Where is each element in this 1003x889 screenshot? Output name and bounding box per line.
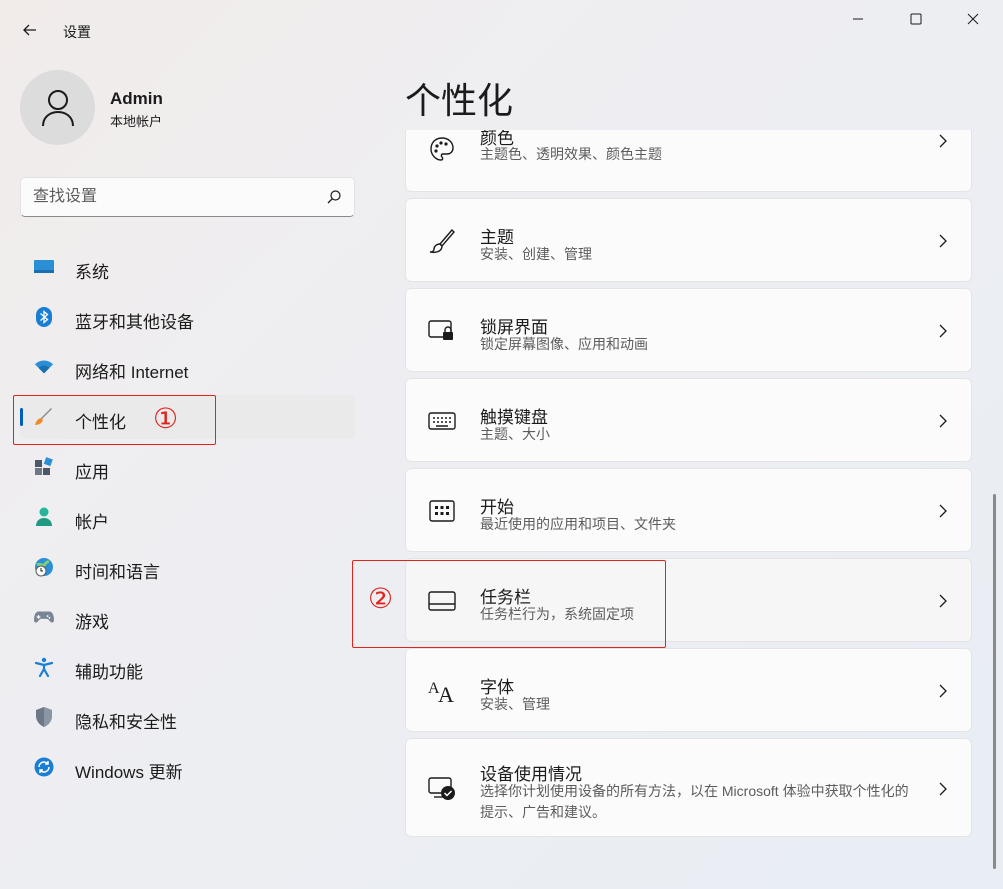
- maximize-icon: [910, 13, 922, 25]
- user-name: Admin: [110, 89, 163, 108]
- lock-screen-icon: [428, 317, 456, 345]
- sidebar-item-accounts[interactable]: 帐户: [20, 495, 355, 539]
- device-usage-icon: [428, 775, 456, 803]
- sidebar-item-time-language[interactable]: 时间和语言: [20, 545, 355, 589]
- page-title: 个性化: [405, 80, 514, 121]
- chevron-right-icon: [937, 683, 949, 699]
- sidebar-item-windows-update[interactable]: Windows 更新: [20, 745, 355, 789]
- app-title: 设置: [63, 24, 91, 40]
- back-arrow-icon: [23, 24, 36, 36]
- sidebar-item-apps[interactable]: 应用: [20, 445, 355, 489]
- settings-card-fonts[interactable]: AA 字体 安装、管理: [405, 648, 972, 732]
- wifi-icon: [34, 357, 54, 377]
- sidebar-item-label: 时间和语言: [75, 563, 160, 582]
- card-description: 选择你计划使用设备的所有方法，以在 Microsoft 体验中获取个性化的提示、…: [480, 783, 909, 820]
- chevron-right-icon: [937, 233, 949, 249]
- brush-icon: [428, 227, 456, 255]
- account-type: 本地帐户: [110, 114, 163, 129]
- chevron-right-icon: [937, 781, 949, 797]
- chevron-right-icon: [937, 413, 949, 429]
- sidebar-item-label: 辅助功能: [75, 663, 143, 682]
- sidebar-item-bluetooth[interactable]: 蓝牙和其他设备: [20, 295, 355, 339]
- card-description: 主题色、透明效果、颜色主题: [480, 146, 662, 162]
- person-icon: [34, 507, 54, 527]
- card-description: 锁定屏幕图像、应用和动画: [480, 336, 648, 352]
- back-button[interactable]: [14, 14, 46, 46]
- palette-icon: [428, 135, 456, 163]
- settings-card-lock-screen[interactable]: 锁屏界面 锁定屏幕图像、应用和动画: [405, 288, 972, 372]
- settings-list: 颜色 主题色、透明效果、颜色主题 主题 安装、创建、管理 锁屏界面 锁定屏幕图像…: [405, 130, 973, 889]
- search-box: [20, 177, 355, 217]
- start-menu-icon: [428, 497, 456, 525]
- annotation-box-1: [13, 395, 216, 445]
- user-avatar-icon: [41, 89, 74, 126]
- card-description: 安装、创建、管理: [480, 246, 592, 262]
- annotation-box-2: [352, 560, 666, 648]
- settings-card-start[interactable]: 开始 最近使用的应用和项目、文件夹: [405, 468, 972, 552]
- close-button[interactable]: [950, 4, 996, 34]
- keyboard-icon: [428, 407, 456, 435]
- accessibility-icon: [34, 657, 54, 677]
- sidebar-item-label: 网络和 Internet: [75, 363, 189, 382]
- globe-clock-icon: [34, 557, 54, 577]
- sidebar-item-label: Windows 更新: [75, 763, 183, 782]
- sidebar-item-system[interactable]: 系统: [20, 245, 355, 289]
- chevron-right-icon: [937, 593, 949, 609]
- sidebar-item-label: 蓝牙和其他设备: [75, 313, 194, 332]
- card-description: 最近使用的应用和项目、文件夹: [480, 516, 676, 532]
- title-bar: 设置: [0, 0, 1003, 60]
- sidebar-nav: 系统 蓝牙和其他设备 网络和 Internet 个性化 应用 帐户 时间和语言 …: [20, 245, 355, 795]
- settings-card-themes[interactable]: 主题 安装、创建、管理: [405, 198, 972, 282]
- card-description: 安装、管理: [480, 696, 550, 712]
- svg-text:A: A: [438, 682, 454, 704]
- settings-card-device-usage[interactable]: 设备使用情况 选择你计划使用设备的所有方法，以在 Microsoft 体验中获取…: [405, 738, 972, 837]
- maximize-button[interactable]: [893, 4, 939, 34]
- scrollbar-thumb[interactable]: [993, 494, 996, 869]
- chevron-right-icon: [937, 503, 949, 519]
- close-icon: [967, 13, 979, 25]
- sidebar-item-gaming[interactable]: 游戏: [20, 595, 355, 639]
- minimize-button[interactable]: [835, 4, 881, 34]
- sidebar-item-label: 游戏: [75, 613, 109, 632]
- sidebar-item-label: 帐户: [75, 513, 109, 532]
- avatar: [20, 70, 95, 145]
- sidebar-item-accessibility[interactable]: 辅助功能: [20, 645, 355, 689]
- minimize-icon: [853, 18, 863, 20]
- search-icon[interactable]: [326, 189, 342, 205]
- settings-card-colors[interactable]: 颜色 主题色、透明效果、颜色主题: [405, 130, 972, 192]
- sidebar-item-privacy[interactable]: 隐私和安全性: [20, 695, 355, 739]
- sidebar-item-label: 系统: [75, 263, 109, 282]
- sidebar-item-label: 应用: [75, 463, 109, 482]
- annotation-marker-1: ①: [153, 403, 179, 434]
- shield-icon: [34, 707, 54, 727]
- system-display-icon: [34, 257, 54, 277]
- search-input[interactable]: [33, 186, 313, 208]
- sidebar-item-network[interactable]: 网络和 Internet: [20, 345, 355, 389]
- gamepad-icon: [34, 607, 54, 627]
- bluetooth-icon: [34, 307, 54, 327]
- update-sync-icon: [34, 757, 54, 777]
- annotation-marker-2: ②: [368, 583, 394, 614]
- settings-card-touch-keyboard[interactable]: 触摸键盘 主题、大小: [405, 378, 972, 462]
- chevron-right-icon: [937, 323, 949, 339]
- apps-icon: [34, 457, 54, 477]
- chevron-right-icon: [937, 133, 949, 149]
- font-icon: AA: [428, 677, 456, 705]
- sidebar-item-label: 隐私和安全性: [75, 713, 177, 732]
- user-profile[interactable]: Admin 本地帐户: [20, 70, 350, 146]
- card-description: 主题、大小: [480, 426, 550, 442]
